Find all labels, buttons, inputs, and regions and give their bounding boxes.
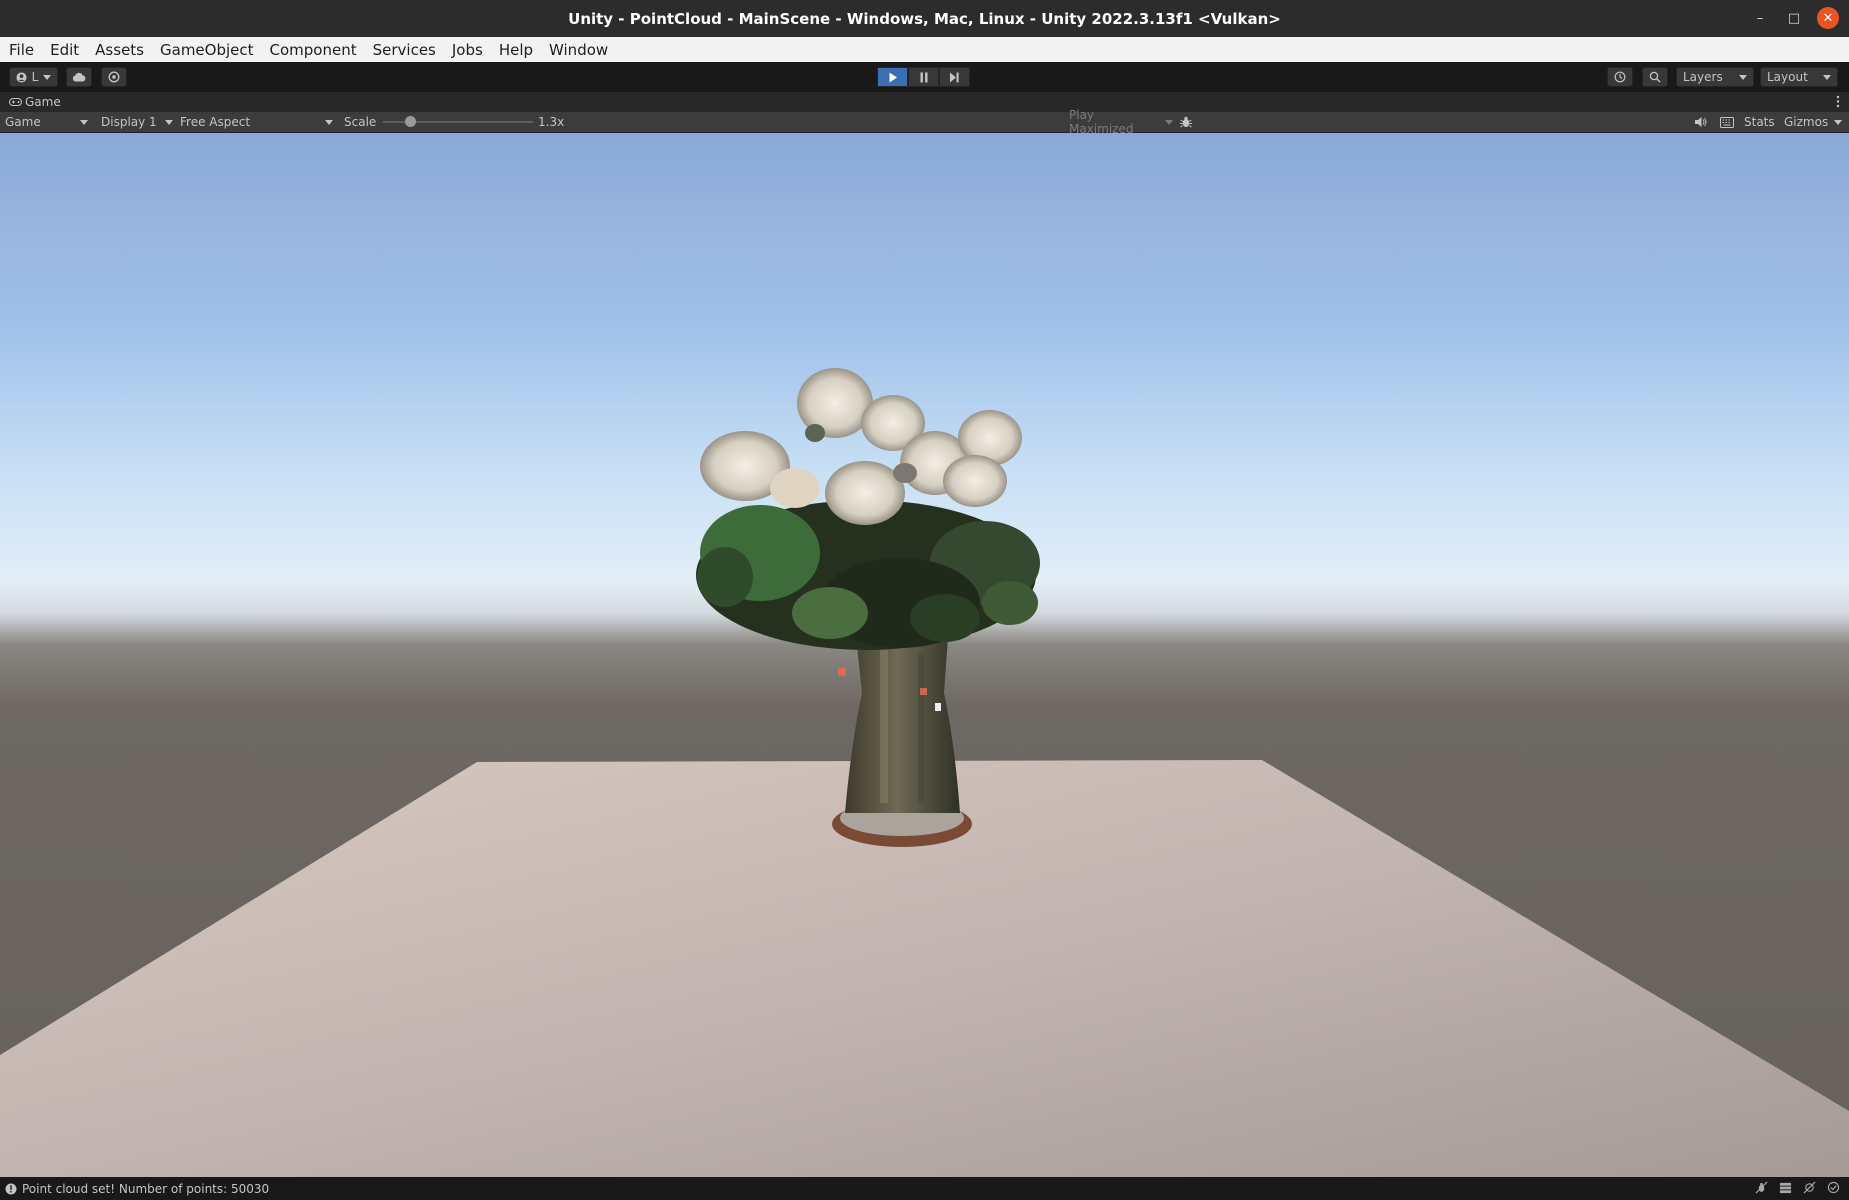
menu-window[interactable]: Window — [541, 41, 616, 59]
layout-dropdown[interactable]: Layout — [1760, 67, 1838, 87]
scale-value: 1.3x — [538, 115, 565, 129]
layout-group: Layout — [1760, 67, 1838, 87]
layers-group: Layers — [1676, 67, 1754, 87]
bug-icon — [1180, 116, 1192, 128]
restore-icon[interactable]: □ — [1783, 7, 1805, 29]
cloud-icon — [72, 72, 86, 82]
collab-button[interactable] — [101, 67, 127, 87]
play-controls — [877, 67, 970, 87]
play-maximized-dropdown[interactable]: Play Maximized — [1069, 108, 1173, 136]
collab-icon — [108, 71, 120, 83]
view-mode-dropdown[interactable]: Game — [5, 112, 88, 132]
status-message[interactable]: Point cloud set! Number of points: 50030 — [22, 1182, 269, 1196]
shortcuts-button[interactable] — [1720, 112, 1734, 132]
chevron-down-icon — [325, 119, 333, 125]
tab-game-label: Game — [25, 95, 61, 109]
step-button[interactable] — [939, 67, 970, 87]
pause-button[interactable] — [908, 67, 939, 87]
gizmos-dropdown[interactable]: Gizmos — [1784, 112, 1843, 132]
pause-icon — [920, 72, 927, 82]
account-label: L — [31, 70, 39, 84]
chevron-down-icon — [1834, 119, 1843, 125]
history-group — [1607, 67, 1633, 87]
chevron-down-icon — [1823, 74, 1831, 80]
history-icon — [1614, 71, 1626, 83]
main-toolbar: L Layers Layout — [0, 62, 1849, 92]
menu-gameobject[interactable]: GameObject — [152, 41, 262, 59]
bug-icon[interactable] — [1754, 1180, 1769, 1195]
cloud-button[interactable] — [66, 67, 92, 87]
game-viewport[interactable] — [0, 133, 1849, 1177]
account-icon — [16, 71, 27, 83]
account-dropdown[interactable]: L — [9, 67, 58, 87]
speaker-icon — [1695, 117, 1707, 127]
window-controls: – □ ✕ — [1749, 7, 1839, 29]
more-options-icon[interactable] — [1836, 95, 1840, 111]
account-group: L — [9, 67, 58, 87]
check-icon[interactable] — [1826, 1180, 1841, 1195]
view-mode-label: Game — [5, 115, 41, 129]
menu-jobs[interactable]: Jobs — [444, 41, 491, 59]
layout-label: Layout — [1767, 70, 1808, 84]
window-title: Unity - PointCloud - MainScene - Windows… — [568, 9, 1281, 28]
auto-generate-lighting-icon[interactable] — [1802, 1180, 1817, 1195]
scale-slider-knob[interactable] — [405, 116, 417, 127]
info-icon — [5, 1183, 17, 1195]
status-bar: Point cloud set! Number of points: 50030 — [0, 1177, 1849, 1200]
cache-server-icon[interactable] — [1778, 1180, 1793, 1195]
play-maximized-label: Play Maximized — [1069, 108, 1134, 136]
cloud-group — [66, 67, 92, 87]
debug-bug-button[interactable] — [1179, 112, 1193, 132]
chevron-down-icon — [1739, 74, 1747, 80]
chevron-down-icon — [80, 119, 88, 125]
layers-label: Layers — [1683, 70, 1723, 84]
minimize-icon[interactable]: – — [1749, 7, 1771, 29]
layers-dropdown[interactable]: Layers — [1676, 67, 1754, 87]
search-group — [1642, 67, 1668, 87]
scene-render — [0, 368, 1849, 1177]
window-titlebar: Unity - PointCloud - MainScene - Windows… — [0, 0, 1849, 37]
display-label: Display 1 — [101, 115, 157, 129]
undo-history-button[interactable] — [1607, 67, 1633, 87]
menu-bar: File Edit Assets GameObject Component Se… — [0, 37, 1849, 63]
search-icon — [1649, 71, 1661, 83]
tab-bar: Game — [0, 92, 1849, 112]
aspect-dropdown[interactable]: Free Aspect — [180, 112, 333, 132]
scale-label: Scale — [344, 115, 377, 129]
close-icon[interactable]: ✕ — [1817, 7, 1839, 29]
menu-component[interactable]: Component — [262, 41, 365, 59]
gizmos-label: Gizmos — [1784, 115, 1829, 129]
menu-edit[interactable]: Edit — [42, 41, 87, 59]
menu-file[interactable]: File — [0, 41, 42, 59]
collab-group — [101, 67, 127, 87]
menu-assets[interactable]: Assets — [87, 41, 152, 59]
chevron-down-icon — [43, 74, 51, 80]
play-icon — [889, 72, 897, 82]
status-icons — [1754, 1180, 1841, 1195]
tab-game[interactable]: Game — [9, 95, 61, 109]
step-icon — [950, 72, 959, 82]
chevron-down-icon — [165, 119, 173, 125]
play-button[interactable] — [877, 67, 908, 87]
game-view-toolbar: Game Display 1 Free Aspect Scale 1.3x Pl… — [0, 108, 1849, 136]
keyboard-icon — [1720, 116, 1734, 128]
aspect-label: Free Aspect — [180, 115, 251, 129]
gamepad-icon — [9, 98, 22, 106]
scale-slider[interactable] — [383, 112, 533, 132]
search-button[interactable] — [1642, 67, 1668, 87]
menu-services[interactable]: Services — [365, 41, 444, 59]
chevron-down-icon — [1165, 119, 1173, 125]
display-dropdown[interactable]: Display 1 — [101, 112, 173, 132]
hydrangea-flowers — [700, 368, 1022, 525]
mute-audio-button[interactable] — [1694, 112, 1707, 132]
stats-button[interactable]: Stats — [1744, 112, 1775, 132]
menu-help[interactable]: Help — [491, 41, 541, 59]
